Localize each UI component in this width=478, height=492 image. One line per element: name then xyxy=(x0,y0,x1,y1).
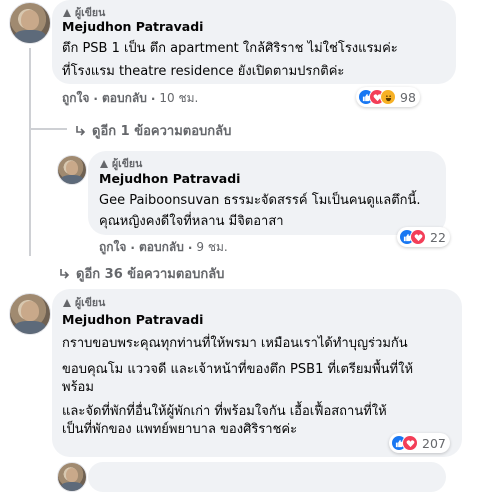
author-badge: ผู้เขียน xyxy=(62,294,105,311)
love-icon xyxy=(410,229,426,245)
avatar[interactable] xyxy=(9,293,51,335)
reaction-summary[interactable]: 98 xyxy=(356,87,420,107)
love-icon xyxy=(402,435,418,451)
comment-text-line: ขอบคุณโม แววจดี และเจ้าหน้าที่ของตึก PSB… xyxy=(62,362,414,377)
like-action[interactable]: ถูกใจ xyxy=(62,89,89,108)
reaction-count: 98 xyxy=(400,89,416,105)
comment-text-line: ที่โรงแรม theatre residence ยังเปิดตามปร… xyxy=(62,64,345,79)
reply-action[interactable]: ตอบกลับ xyxy=(102,89,147,108)
comment-actions: ถูกใจ · ตอบกลับ · 9 ชม. xyxy=(99,238,228,257)
comment-actions: ถูกใจ · ตอบกลับ · 10 ชม. xyxy=(62,89,198,108)
author-icon xyxy=(100,159,108,168)
comment-text-line: พร้อม xyxy=(62,380,94,395)
comment-text-line: ตึก PSB 1 เป็น ตึก apartment ใกล้ศิริราช… xyxy=(62,41,398,56)
reply-arrow-icon xyxy=(60,268,70,279)
author-badge-label: ผู้เขียน xyxy=(112,158,143,170)
avatar[interactable] xyxy=(57,155,87,185)
comment-time[interactable]: 9 ชม. xyxy=(196,238,227,257)
view-more-replies-label: ดูอีก 36 ข้อความตอบกลับ xyxy=(76,267,225,282)
comment-author-name[interactable]: Mejudhon Patravadi xyxy=(62,19,203,34)
author-icon xyxy=(63,8,71,17)
reaction-summary[interactable]: 22 xyxy=(397,227,450,247)
like-action[interactable]: ถูกใจ xyxy=(99,238,126,257)
author-badge-label: ผู้เขียน xyxy=(75,297,106,309)
thread-line xyxy=(29,128,67,130)
comment-text-line: เป็นที่พักของ แพทย์พยาบาล ของศิริราชค่ะ xyxy=(62,422,298,437)
comment-author-name[interactable]: Mejudhon Patravadi xyxy=(62,312,203,327)
reply-action[interactable]: ตอบกลับ xyxy=(139,238,184,257)
comment-text-line: Gee Paiboonsuvan ธรรมะจัดสรรค์ โมเป็นคนด… xyxy=(99,193,421,208)
comment-time[interactable]: 10 ชม. xyxy=(159,89,198,108)
comment-author-name[interactable]: Mejudhon Patravadi xyxy=(99,171,240,186)
avatar[interactable] xyxy=(57,462,87,492)
reaction-summary[interactable]: 207 xyxy=(389,433,450,453)
author-icon xyxy=(63,298,71,307)
view-more-replies-label: ดูอีก 1 ข้อความตอบกลับ xyxy=(92,124,232,139)
thread-line xyxy=(29,48,31,256)
reaction-count: 207 xyxy=(422,435,446,451)
comment-text-line: กราบขอบพระคุณทุกท่านที่ให้พรมา เหมือนเรา… xyxy=(62,336,408,351)
comment-bubble xyxy=(88,462,446,492)
reaction-count: 22 xyxy=(430,229,446,245)
reply-arrow-icon xyxy=(76,125,86,136)
comment-text-line: คุณหญิงคงดีใจที่หลาน มีจิตอาสา xyxy=(99,214,284,229)
view-more-replies[interactable]: ดูอีก 1 ข้อความตอบกลับ xyxy=(74,120,231,141)
avatar[interactable] xyxy=(9,2,51,44)
author-badge: ผู้เขียน xyxy=(99,155,142,172)
haha-icon xyxy=(380,89,396,105)
view-more-replies[interactable]: ดูอีก 36 ข้อความตอบกลับ xyxy=(58,263,224,284)
